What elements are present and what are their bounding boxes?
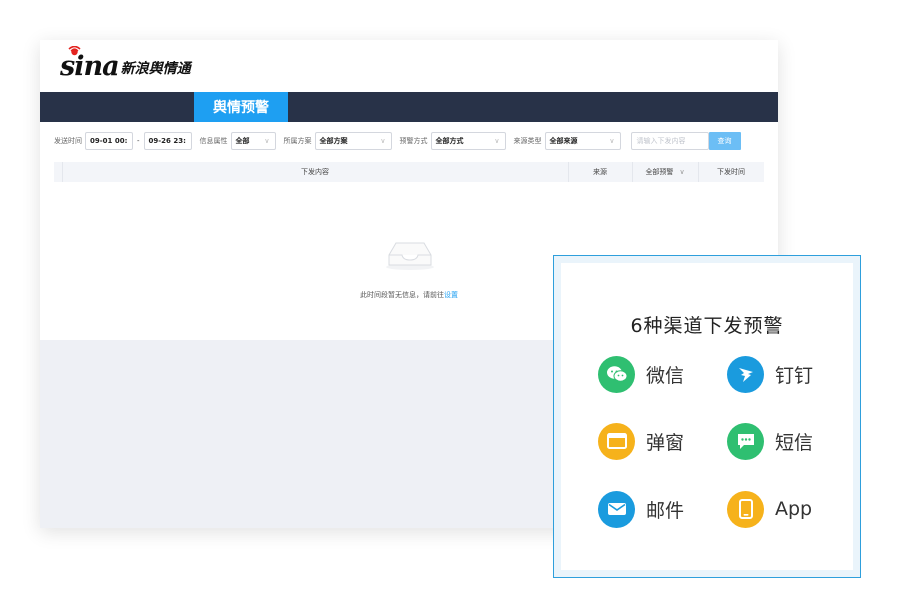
mail-icon <box>598 490 635 528</box>
channels-card-inner: 6种渠道下发预警 微信 钉钉 弹窗 短信 邮件 App <box>561 263 853 570</box>
date-to-input[interactable]: 09-26 23: <box>143 132 192 150</box>
channel-label: 微信 <box>646 364 685 387</box>
source-type-value: 全部来源 <box>549 137 578 145</box>
logo-subtitle: 新浪舆情通 <box>120 61 191 77</box>
channel-mail: 邮件 <box>598 490 684 528</box>
logo-mark: sina <box>60 46 120 80</box>
col-content-header: 下发内容 <box>301 168 329 176</box>
col-time-header: 下发时间 <box>717 168 745 176</box>
table-header: 下发内容 来源 全部预警 ∨ 下发时间 <box>54 162 764 182</box>
channel-label: 弹窗 <box>646 431 685 454</box>
popup-window-icon <box>598 422 635 460</box>
chevron-down-icon: ∨ <box>679 168 685 176</box>
date-to-value: 09-26 23: <box>148 137 186 145</box>
empty-message-text: 此时间段暂无信息，请前往 <box>360 291 444 299</box>
col-source-header: 来源 <box>593 168 607 176</box>
dingtalk-icon <box>727 355 764 393</box>
channel-label: 短信 <box>775 431 814 454</box>
channel-sms: 短信 <box>727 422 813 460</box>
date-from-value: 09-01 00: <box>90 137 128 145</box>
sina-logo[interactable]: sina 新浪舆情通 <box>60 46 191 80</box>
sms-icon <box>727 422 764 460</box>
channels-card: 6种渠道下发预警 微信 钉钉 弹窗 短信 邮件 App <box>553 255 861 578</box>
search-input[interactable]: 请输入下发内容 <box>630 132 709 150</box>
date-separator: - <box>137 137 140 145</box>
top-navbar: 舆情预警 <box>40 92 778 122</box>
scheme-select[interactable]: 全部方案 ∨ <box>314 132 392 150</box>
method-select[interactable]: 全部方式 ∨ <box>430 132 506 150</box>
chevron-down-icon: ∨ <box>494 137 500 145</box>
info-attr-value: 全部 <box>235 137 250 145</box>
channel-dingtalk: 钉钉 <box>727 355 813 393</box>
channel-app: App <box>727 490 812 528</box>
method-value: 全部方式 <box>435 137 464 145</box>
app-phone-icon <box>727 490 764 528</box>
filter-bar: 发送时间 09-01 00: - 09-26 23: 信息属性 全部 ∨ 所属方… <box>54 132 741 150</box>
send-time-label: 发送时间 <box>54 137 82 145</box>
sina-eye-icon <box>68 46 81 56</box>
info-attr-label: 信息属性 <box>199 137 228 145</box>
search-placeholder: 请输入下发内容 <box>636 137 686 145</box>
channel-wechat: 微信 <box>598 355 684 393</box>
info-attr-select[interactable]: 全部 ∨ <box>230 132 276 150</box>
source-type-label: 来源类型 <box>513 137 542 145</box>
channel-popup: 弹窗 <box>598 422 684 460</box>
channels-title: 6种渠道下发预警 <box>630 315 784 337</box>
wechat-icon <box>598 355 635 393</box>
tab-sentiment-alert[interactable]: 舆情预警 <box>194 92 288 122</box>
chevron-down-icon: ∨ <box>264 137 270 145</box>
scheme-label: 所属方案 <box>283 137 312 145</box>
chevron-down-icon: ∨ <box>609 137 615 145</box>
channel-label: 钉钉 <box>775 364 814 387</box>
date-from-input[interactable]: 09-01 00: <box>85 132 133 150</box>
col-alert-filter[interactable]: 全部预警 ∨ <box>632 162 698 182</box>
empty-inbox-icon <box>386 242 434 270</box>
search-button[interactable]: 查询 <box>708 132 741 150</box>
alert-filter-label: 全部预警 <box>645 168 674 176</box>
method-label: 预警方式 <box>399 137 428 145</box>
scheme-value: 全部方案 <box>319 137 348 145</box>
source-type-select[interactable]: 全部来源 ∨ <box>544 132 621 150</box>
channel-label: App <box>775 498 813 520</box>
chevron-down-icon: ∨ <box>380 137 386 145</box>
channel-label: 邮件 <box>646 499 685 522</box>
logo-bar: sina 新浪舆情通 <box>40 40 778 92</box>
settings-link[interactable]: 设置 <box>444 291 458 299</box>
